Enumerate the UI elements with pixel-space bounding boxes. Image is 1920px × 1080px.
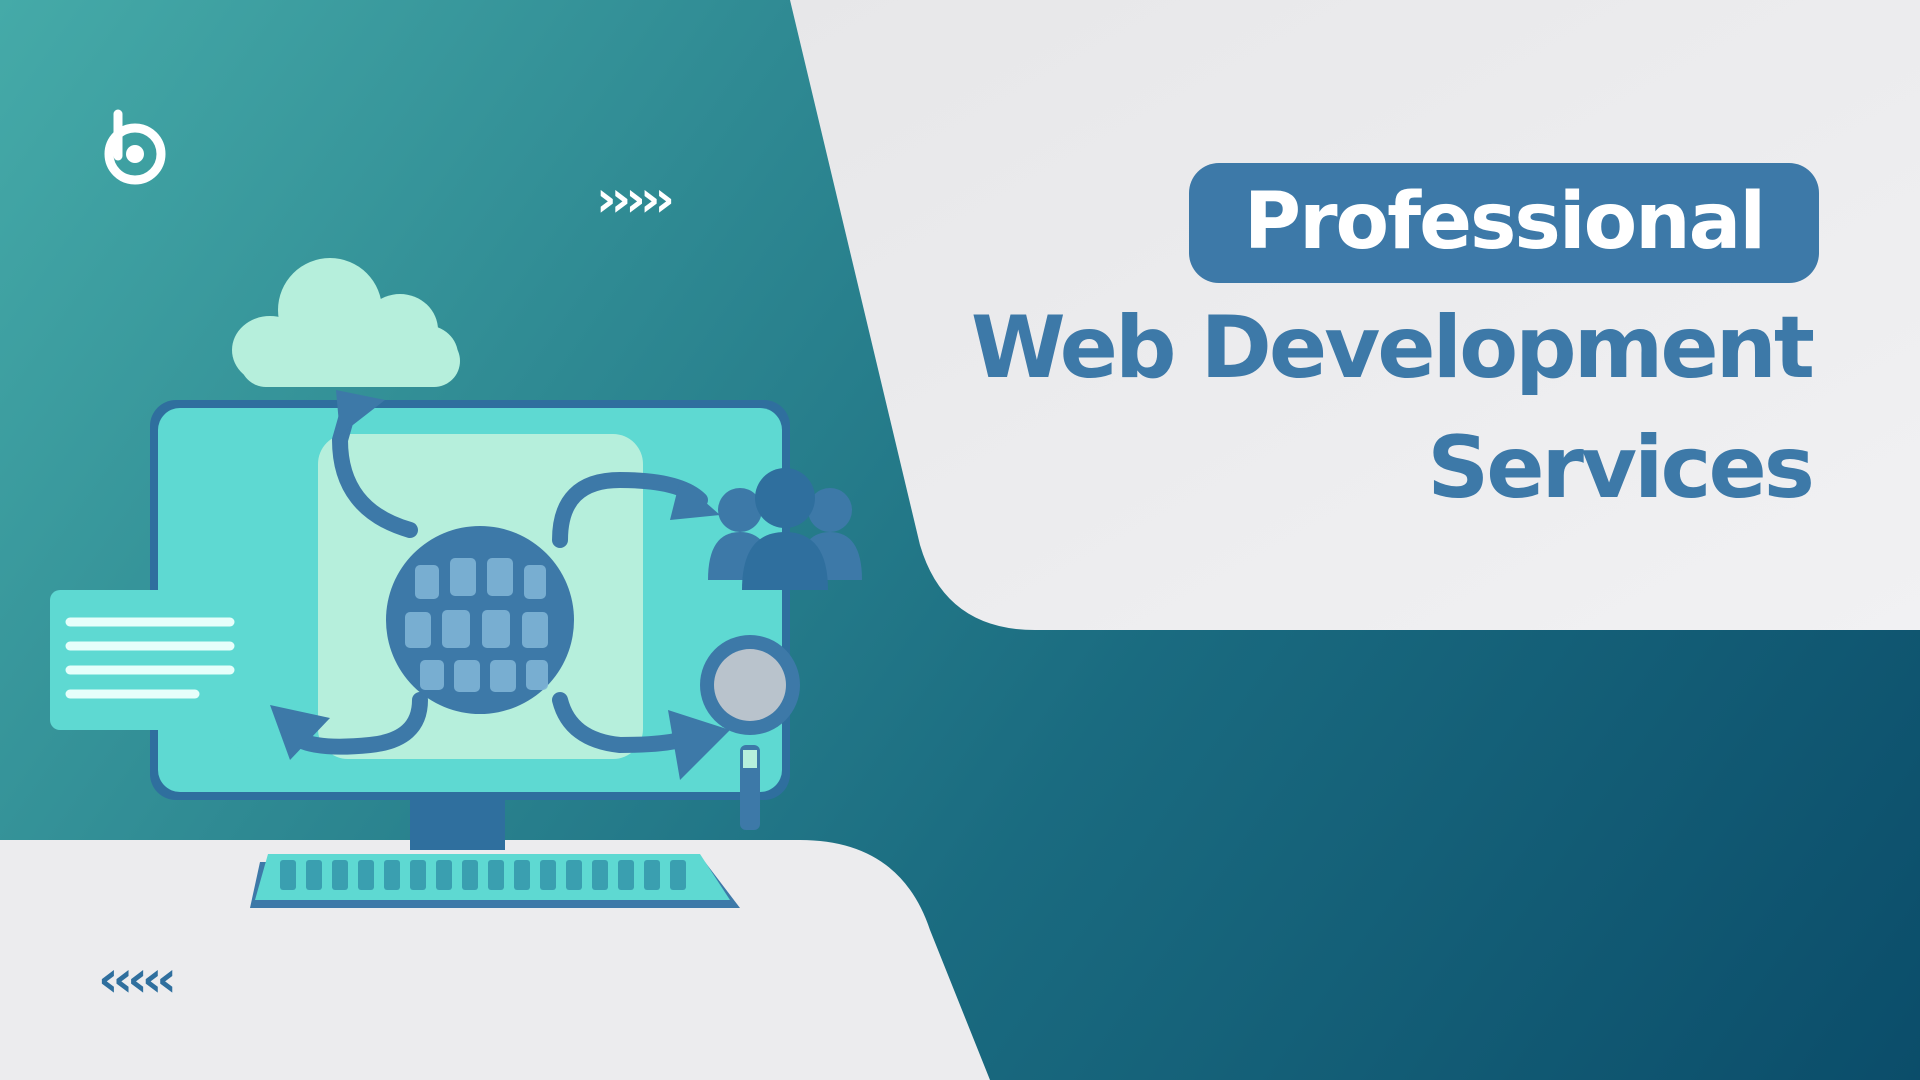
heading-badge: Professional: [1189, 163, 1819, 283]
chevrons-left-icon: ‹‹‹‹‹: [98, 950, 177, 1008]
heading-line-3: Services: [1427, 418, 1815, 518]
cloud-icon: [232, 258, 460, 387]
chevrons-right-icon: ›››››: [596, 170, 675, 228]
heading-badge-text: Professional: [1243, 177, 1766, 267]
heading-line-2: Web Development: [970, 298, 1815, 398]
brand-logo-icon: [104, 109, 166, 185]
globe-icon: [386, 526, 574, 714]
web-illustration: [50, 258, 862, 908]
keyboard-icon: [250, 854, 740, 908]
